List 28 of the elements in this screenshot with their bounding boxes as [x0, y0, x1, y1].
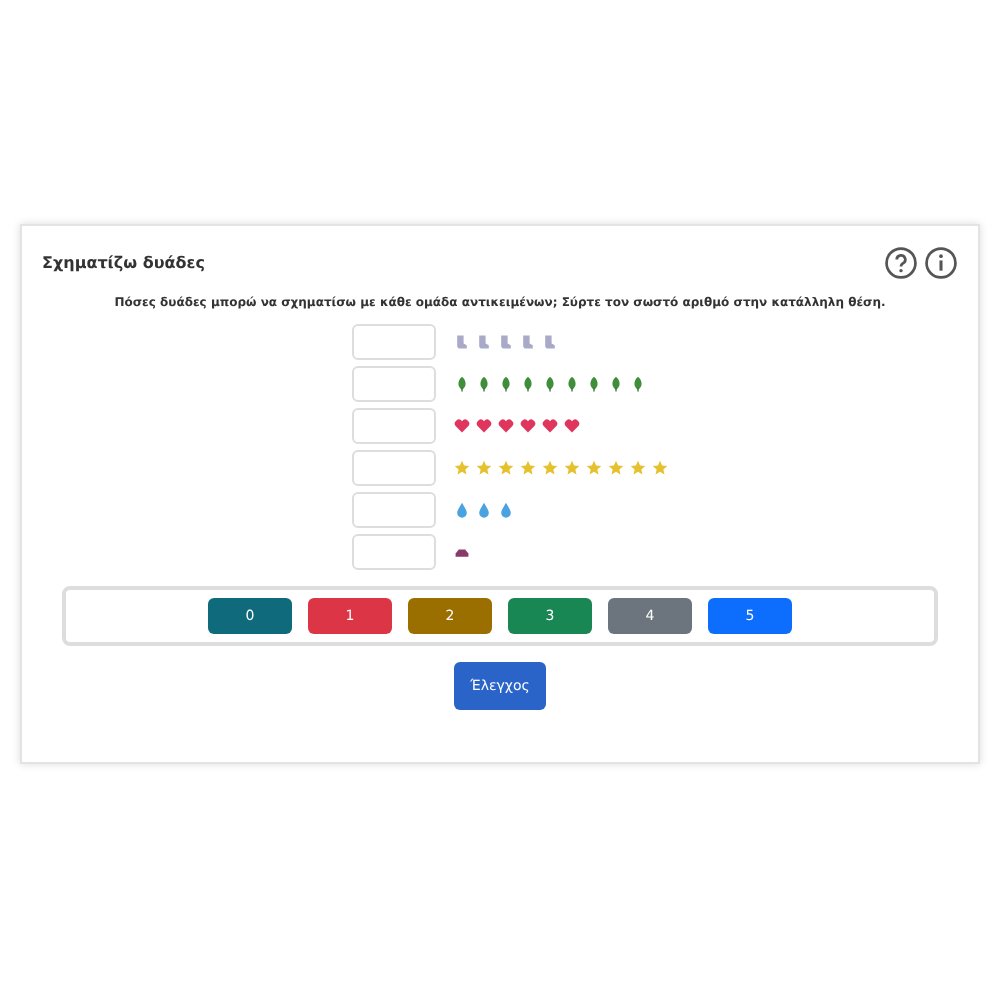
star-icon: [630, 460, 646, 476]
star-icon: [476, 460, 492, 476]
star-icon: [542, 460, 558, 476]
drop-zone[interactable]: [352, 366, 436, 402]
card-title: Σχηματίζω δυάδες: [42, 254, 205, 272]
leaf-icon: [564, 376, 580, 392]
leaf-icon: [630, 376, 646, 392]
drop-zone[interactable]: [352, 450, 436, 486]
drop-zone[interactable]: [352, 324, 436, 360]
leaf-icon: [520, 376, 536, 392]
star-icon: [652, 460, 668, 476]
drop-zone[interactable]: [352, 492, 436, 528]
leaf-icon: [454, 376, 470, 392]
leaf-icon: [476, 376, 492, 392]
star-icon: [498, 460, 514, 476]
star-icon: [454, 460, 470, 476]
leaf-icon: [542, 376, 558, 392]
star-icon: [520, 460, 536, 476]
leaf-icon: [586, 376, 602, 392]
star-icon: [586, 460, 602, 476]
star-icon: [608, 460, 624, 476]
help-icon[interactable]: [884, 246, 918, 280]
star-icon: [564, 460, 580, 476]
leaf-icon: [608, 376, 624, 392]
drop-zone[interactable]: [352, 534, 436, 570]
leaf-icon: [498, 376, 514, 392]
drop-zone[interactable]: [352, 408, 436, 444]
info-icon[interactable]: [924, 246, 958, 280]
